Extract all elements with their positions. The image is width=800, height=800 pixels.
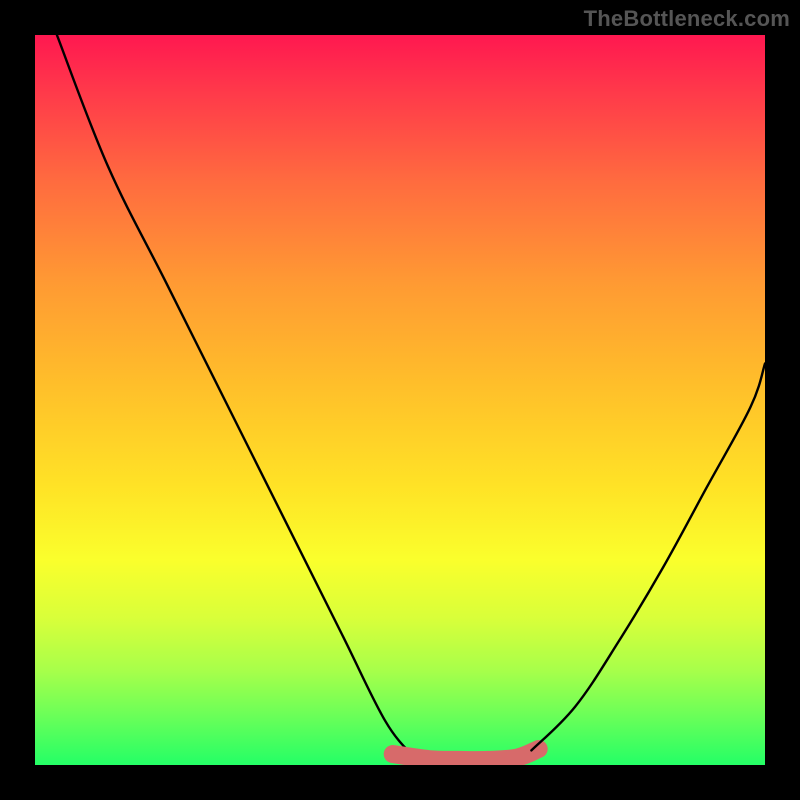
curve-descending-left xyxy=(57,35,415,758)
chart-svg xyxy=(35,35,765,765)
chart-frame: TheBottleneck.com xyxy=(0,0,800,800)
plot-area xyxy=(35,35,765,765)
curve-ascending-right xyxy=(531,364,765,751)
flat-bottom-marker xyxy=(393,749,539,760)
watermark-label: TheBottleneck.com xyxy=(584,6,790,32)
